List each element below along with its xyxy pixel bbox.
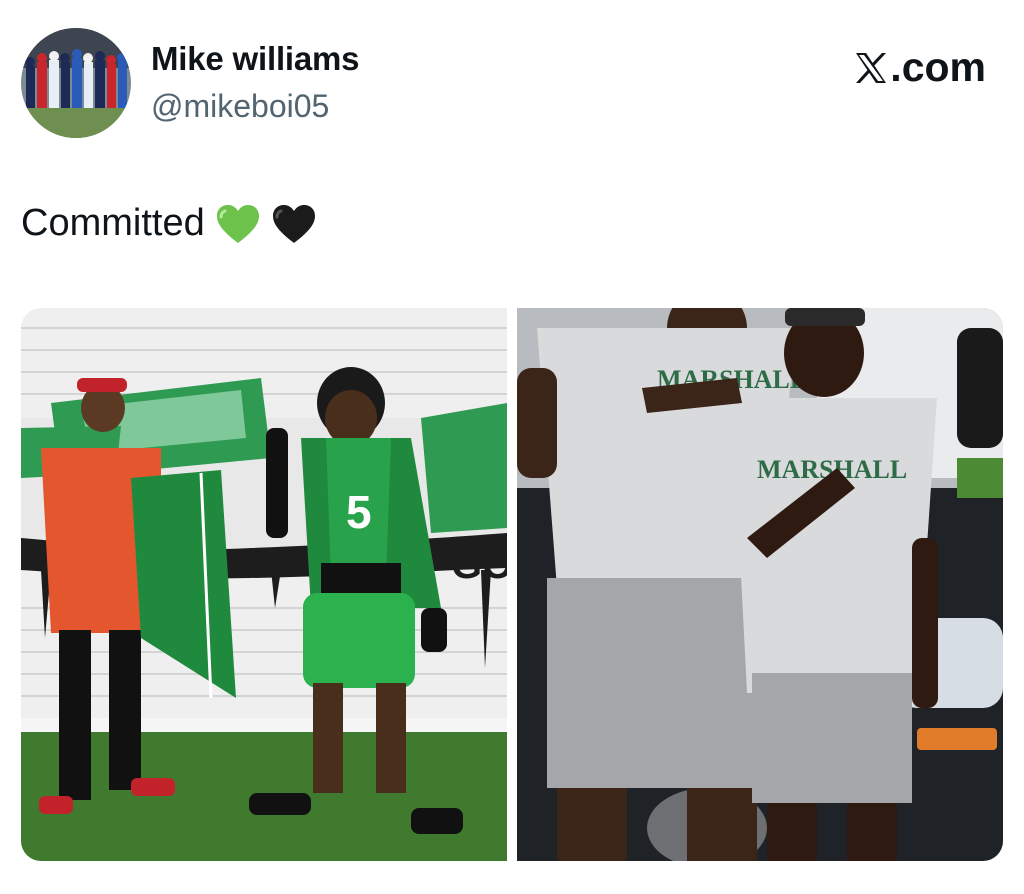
brand-watermark: .com — [854, 44, 986, 91]
black-heart-icon — [272, 204, 315, 243]
wall-graffiti-text: GO — [451, 543, 507, 587]
tweet-card: Mike williams @mikeboi05 .com Committed — [0, 0, 1024, 894]
x-logo-icon — [856, 52, 887, 83]
tweet-text: Committed — [21, 202, 317, 245]
author-name[interactable]: Mike williams — [151, 40, 360, 78]
brand-label: .com — [890, 44, 986, 90]
avatar[interactable] — [21, 28, 131, 138]
author-handle[interactable]: @mikeboi05 — [151, 88, 329, 125]
media-photo-right[interactable]: MARSHALL MARSHALL — [517, 308, 1003, 861]
tweet-body: Committed — [21, 202, 205, 244]
green-heart-icon — [216, 204, 259, 243]
jersey-number-text: 5 — [346, 486, 372, 538]
media-photo-left[interactable]: GO 5 — [21, 308, 507, 861]
